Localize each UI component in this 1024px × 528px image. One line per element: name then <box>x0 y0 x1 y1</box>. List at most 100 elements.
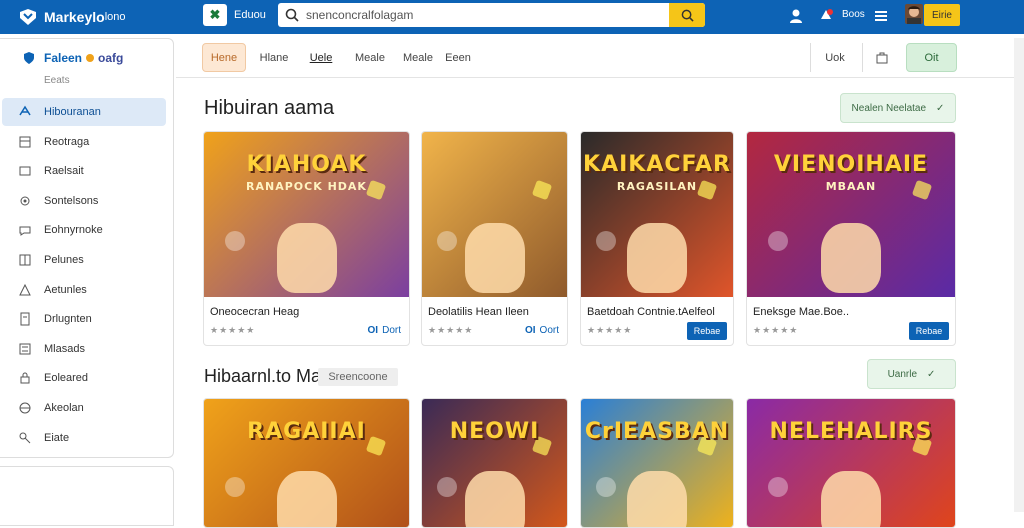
game-card[interactable]: KAIKACFARRAGASILANBaetdoah Contnie.tAelf… <box>580 131 734 346</box>
brand-suffix: lono <box>105 11 126 23</box>
price-label[interactable]: OIDort <box>368 325 401 336</box>
sidebar-item-6[interactable]: Pelunes <box>2 246 166 274</box>
check-icon: ✓ <box>927 369 935 380</box>
sidebar-header[interactable]: Faleen oafg <box>22 51 123 65</box>
tab-home[interactable]: Hene <box>202 43 246 72</box>
buy-button[interactable]: Rebae <box>687 322 727 340</box>
game-card[interactable]: VIENOIHAIEMBAANEneksge Mae.Boe..★★★★★Reb… <box>746 131 956 346</box>
sidebar-item-10[interactable]: Eoleared <box>2 364 166 392</box>
user-icon[interactable] <box>788 8 804 24</box>
game-card[interactable]: NEOWI <box>421 398 568 528</box>
tab-5[interactable]: Meale <box>400 43 436 72</box>
sidebar-item-label: Drlugnten <box>44 313 92 325</box>
sidebar-item-label: Eoleared <box>44 372 88 384</box>
tab-2[interactable]: Hlane <box>256 43 292 72</box>
game-artwork[interactable] <box>422 132 567 297</box>
shield-icon <box>22 51 36 65</box>
game-artwork[interactable]: NEOWI <box>422 399 567 528</box>
tab-bar: Hene Hlane Uele Meale Meale Eeen Uok <box>176 38 1020 78</box>
game-logo-text: KAIKACFAR <box>581 152 733 177</box>
notification-icon[interactable] <box>818 8 834 24</box>
list-icon <box>18 342 32 356</box>
notification-count: Boos <box>842 9 865 20</box>
game-artwork[interactable]: KAIKACFARRAGASILAN <box>581 132 733 297</box>
sidebar-title-suffix: oafg <box>98 51 123 65</box>
game-card[interactable]: CrIEASBAN <box>580 398 734 528</box>
globe-icon <box>18 401 32 415</box>
brand-logo[interactable]: Markeylolono <box>18 8 193 26</box>
section2-more-label: Uanrle <box>888 369 917 380</box>
sidebar-item-9[interactable]: Mlasads <box>2 335 166 363</box>
app-switch-button[interactable]: ✖ <box>203 4 227 26</box>
sidebar-item-12[interactable]: Eiate <box>2 424 166 452</box>
tab-divider <box>862 43 863 72</box>
character-figure <box>821 223 881 293</box>
game-logo-text: RAGAIIAI <box>204 419 409 444</box>
section-more-button[interactable]: Nealen Neelatae ✓ <box>840 93 956 123</box>
game-card[interactable]: KIAHOAKRANAPOCK HDAKOneocecran Heag★★★★★… <box>203 131 410 346</box>
dot-icon <box>86 54 94 62</box>
sidebar-item-7[interactable]: Aetunles <box>2 276 166 304</box>
game-card[interactable]: RAGAIIAI <box>203 398 410 528</box>
tab-action-link[interactable]: Uok <box>820 43 850 72</box>
grid-icon <box>18 253 32 267</box>
menu-icon[interactable] <box>873 8 889 24</box>
scrollbar[interactable] <box>1014 38 1024 512</box>
game-logo-text: NELEHALIRS <box>747 419 955 444</box>
top-nav-link[interactable]: Eduou <box>234 9 266 21</box>
price-label[interactable]: OIOort <box>525 325 559 336</box>
sidebar-item-4[interactable]: Sontelsons <box>2 187 166 215</box>
game-artwork[interactable]: VIENOIHAIEMBAAN <box>747 132 955 297</box>
game-artwork[interactable]: NELEHALIRS <box>747 399 955 528</box>
tab-3[interactable]: Uele <box>306 43 336 72</box>
tab-divider <box>810 43 811 72</box>
message-icon <box>18 223 32 237</box>
sidebar-item-2[interactable]: Reotraga <box>2 128 166 156</box>
search-button[interactable] <box>669 3 705 27</box>
game-logo-subtitle: MBAAN <box>747 180 955 193</box>
sidebar-item-label: Eohnyrnoke <box>44 224 103 236</box>
search-bar <box>278 3 705 27</box>
user-menu-button[interactable]: Eirie <box>924 4 960 26</box>
game-logo-text: KIAHOAK <box>204 152 409 177</box>
sidebar-item-8[interactable]: Drlugnten <box>2 305 166 333</box>
search-input[interactable] <box>306 8 669 22</box>
rating-stars: ★★★★★ <box>753 325 798 336</box>
lock-icon <box>18 371 32 385</box>
game-artwork[interactable]: CrIEASBAN <box>581 399 733 528</box>
character-figure <box>277 223 337 293</box>
check-icon: ✓ <box>936 103 944 114</box>
price-value: Dort <box>382 325 401 336</box>
game-logo-text: CrIEASBAN <box>581 419 733 444</box>
buy-button[interactable]: Rebae <box>909 322 949 340</box>
sidebar-item-11[interactable]: Akeolan <box>2 394 166 422</box>
game-card[interactable]: Deolatilis Hean Ileen★★★★★OIOort <box>421 131 568 346</box>
sidebar-item-1[interactable]: Hibouranan <box>2 98 166 126</box>
box-icon <box>18 135 32 149</box>
doc-icon <box>18 312 32 326</box>
sidebar-item-5[interactable]: Eohnyrnoke <box>2 216 166 244</box>
sidebar-item-3[interactable]: Raelsait <box>2 157 166 185</box>
section2-more-button[interactable]: Uanrle ✓ <box>867 359 956 389</box>
character-figure <box>821 471 881 528</box>
game-icon <box>18 105 32 119</box>
tab-4[interactable]: Meale <box>352 43 388 72</box>
rating-stars: ★★★★★ <box>210 325 255 336</box>
game-artwork[interactable]: KIAHOAKRANAPOCK HDAK <box>204 132 409 297</box>
section-chip[interactable]: Sreencoone <box>318 368 398 386</box>
sidebar-title: Faleen <box>44 51 82 65</box>
cart-icon[interactable] <box>872 43 892 72</box>
section-title-2: Hibaarnl.to Maa <box>204 366 331 387</box>
character-figure <box>627 471 687 528</box>
chat-icon <box>18 164 32 178</box>
ok-button[interactable]: Oit <box>906 43 957 72</box>
game-card[interactable]: NELEHALIRS <box>746 398 956 528</box>
section-more-label: Nealen Neelatae <box>852 103 927 114</box>
avatar[interactable] <box>905 4 923 24</box>
character-figure <box>465 223 525 293</box>
rating-stars: ★★★★★ <box>587 325 632 336</box>
search-icon <box>278 3 306 27</box>
key-icon <box>18 431 32 445</box>
tab-6[interactable]: Eeen <box>440 43 476 72</box>
game-artwork[interactable]: RAGAIIAI <box>204 399 409 528</box>
